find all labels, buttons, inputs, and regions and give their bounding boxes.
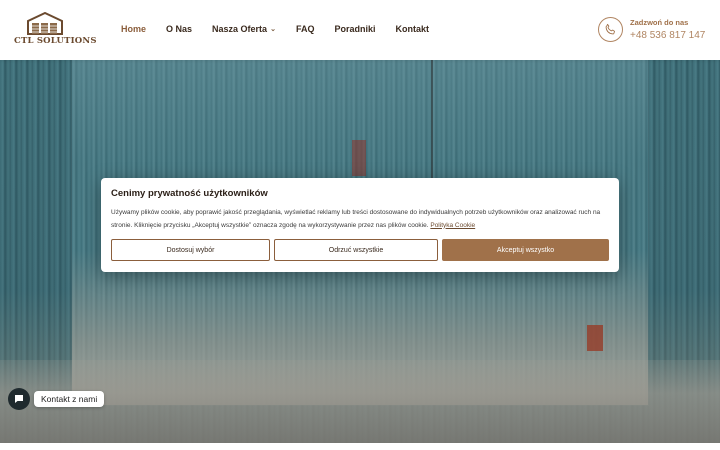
cookie-description: Używamy plików cookie, aby poprawić jako…	[111, 207, 611, 232]
nav-item-kontakt[interactable]: Kontakt	[395, 24, 429, 34]
cookie-text: Używamy plików cookie, aby poprawić jako…	[111, 209, 601, 229]
phone-glyph-icon	[605, 23, 615, 35]
site-header: CTL SOLUTIONS Home O Nas Nasza Oferta ⌄ F…	[0, 0, 720, 60]
rust-stain	[587, 325, 603, 351]
warehouse-logo-icon	[27, 11, 63, 35]
logo-text: CTL SOLUTIONS	[14, 36, 97, 46]
customize-button[interactable]: Dostosuj wybór	[111, 239, 270, 261]
page-bottom-strip	[0, 443, 720, 450]
hero-pole	[431, 60, 433, 180]
cookie-consent-dialog: Cenimy prywatność użytkowników Używamy p…	[101, 178, 619, 272]
nav-label: Kontakt	[395, 24, 429, 34]
nav-item-faq[interactable]: FAQ	[296, 24, 315, 34]
nav-item-o-nas[interactable]: O Nas	[166, 24, 192, 34]
main-nav: Home O Nas Nasza Oferta ⌄ FAQ Poradniki K…	[121, 24, 449, 34]
logo[interactable]: CTL SOLUTIONS	[14, 11, 97, 48]
chat-bubble-icon	[15, 395, 23, 403]
contact-widget[interactable]: Kontakt z nami	[8, 388, 105, 410]
nav-label: Poradniki	[334, 24, 376, 34]
nav-label: Home	[121, 24, 147, 34]
nav-item-nasza-oferta[interactable]: Nasza Oferta ⌄	[212, 24, 276, 34]
chevron-down-icon: ⌄	[270, 26, 276, 33]
phone-number[interactable]: +48 536 817 147	[630, 30, 705, 41]
nav-item-home[interactable]: Home	[121, 24, 146, 34]
nav-label: FAQ	[295, 24, 315, 34]
nav-label: O Nas	[166, 24, 193, 34]
nav-item-poradniki[interactable]: Poradniki	[334, 24, 375, 34]
rust-stain	[352, 140, 366, 176]
hero-floor	[0, 360, 720, 443]
accept-all-button[interactable]: Akceptuj wszystko	[442, 239, 609, 261]
cookie-policy-link[interactable]: Polityka Cookie	[430, 222, 475, 229]
cookie-title: Cenimy prywatność użytkowników	[111, 188, 268, 199]
chat-icon[interactable]	[8, 388, 30, 410]
nav-label: Nasza Oferta	[212, 24, 268, 34]
call-label: Zadzwoń do nas	[630, 18, 689, 27]
phone-icon[interactable]	[598, 17, 623, 42]
reject-all-button[interactable]: Odrzuć wszystkie	[274, 239, 438, 261]
contact-label[interactable]: Kontakt z nami	[34, 391, 105, 407]
